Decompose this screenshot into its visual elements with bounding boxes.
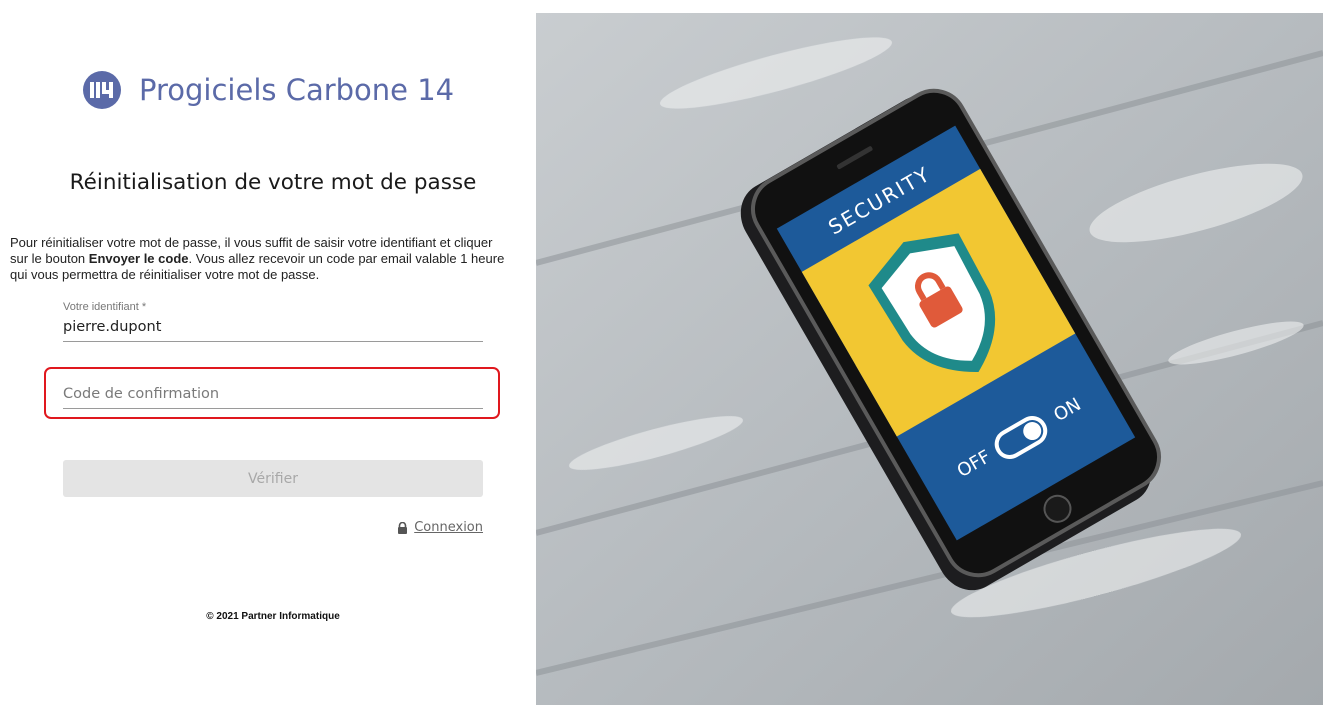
verify-button[interactable]: Vérifier <box>63 460 483 497</box>
c14-logo-icon <box>83 71 121 109</box>
hero-security-phone-image: SECURITY OFF ON <box>536 13 1323 705</box>
page-title: Réinitialisation de votre mot de passe <box>69 170 477 195</box>
instructions-text: Pour réinitialiser votre mot de passe, i… <box>10 235 510 283</box>
confirmation-code-field <box>63 382 483 409</box>
identifier-field: Votre identifiant * <box>63 301 483 342</box>
footer-copyright: © 2021 Partner Informatique <box>206 611 340 622</box>
identifier-input[interactable] <box>63 315 483 342</box>
brand-name: Progiciels Carbone 14 <box>139 73 455 107</box>
lock-icon <box>398 521 408 534</box>
instructions-bold: Envoyer le code <box>88 251 189 266</box>
confirmation-code-input[interactable] <box>63 382 483 409</box>
brand-header: Progiciels Carbone 14 <box>82 70 454 110</box>
identifier-label: Votre identifiant * <box>63 301 147 313</box>
login-link[interactable]: Connexion <box>397 520 483 535</box>
login-panel: Progiciels Carbone 14 Réinitialisation d… <box>0 0 536 717</box>
login-link-label: Connexion <box>414 520 483 535</box>
